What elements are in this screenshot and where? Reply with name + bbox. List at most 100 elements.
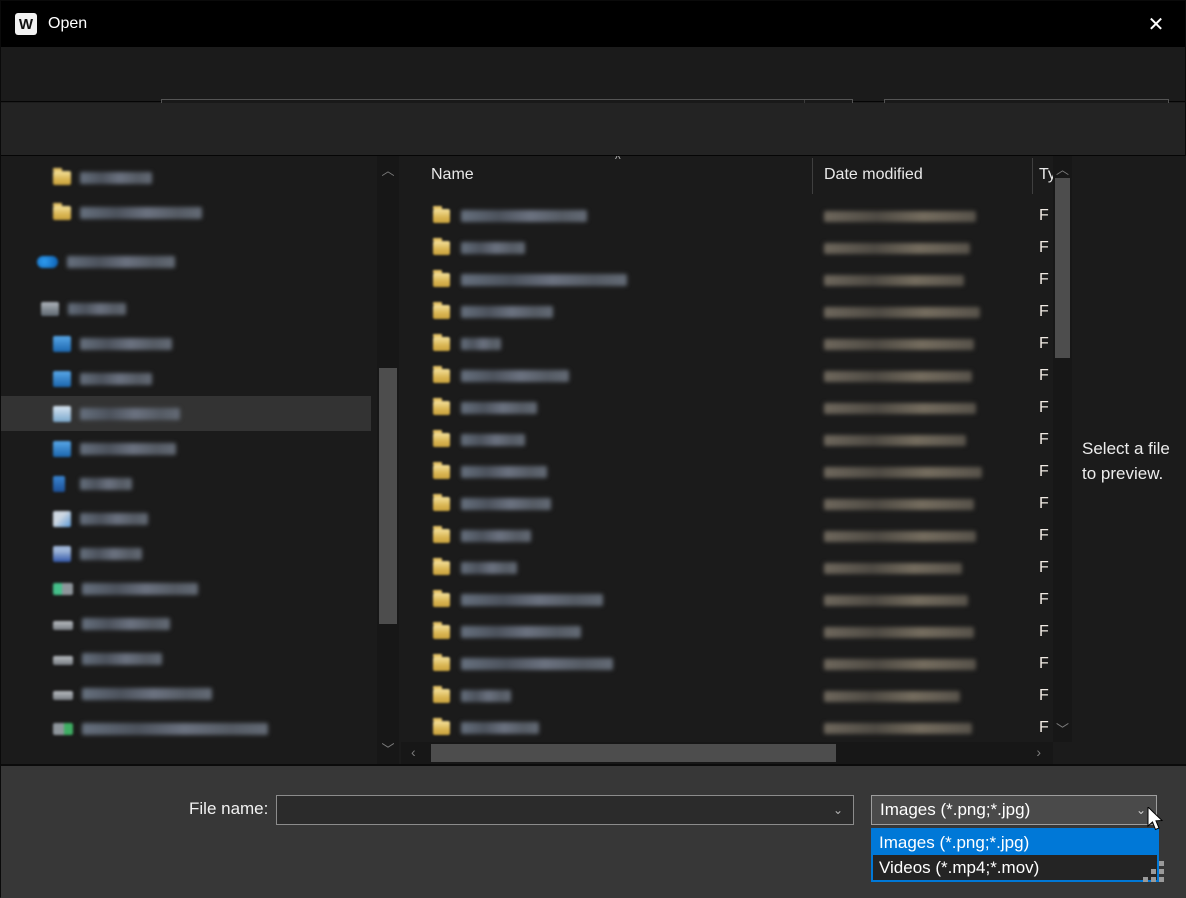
scroll-up-icon[interactable]: ︿ <box>377 160 399 179</box>
sidebar-item[interactable] <box>1 195 377 230</box>
sidebar-item[interactable] <box>1 291 377 326</box>
folder-icon <box>433 721 450 735</box>
file-row[interactable]: F <box>401 456 1053 488</box>
file-name-redacted <box>461 690 511 702</box>
blue-folder-icon <box>53 371 71 387</box>
file-row[interactable]: F <box>401 264 1053 296</box>
column-header-name[interactable]: Name <box>431 166 474 184</box>
file-name-label: File name: <box>189 799 268 819</box>
file-row[interactable]: F <box>401 296 1053 328</box>
sidebar-item[interactable] <box>1 711 377 746</box>
scroll-down-icon[interactable]: ﹀ <box>1053 719 1072 738</box>
sidebar-item[interactable] <box>1 641 377 676</box>
title-bar: W Open ✕ <box>1 1 1185 47</box>
file-row[interactable]: F <box>401 360 1053 392</box>
hscroll-thumb[interactable] <box>431 744 836 762</box>
sidebar-item[interactable] <box>1 501 377 536</box>
file-name-input[interactable]: ⌄ <box>276 795 854 825</box>
file-name-redacted <box>461 434 525 446</box>
navigation-bar: ← → ⌄ ↑ › This PC › Documents › ⌄ ↻ Sear… <box>1 47 1185 102</box>
sidebar-item[interactable] <box>1 606 377 641</box>
chevron-down-icon[interactable]: ⌄ <box>833 803 843 817</box>
drive-green2-icon <box>53 723 73 735</box>
file-type-letter: F <box>1039 303 1049 321</box>
sidebar-item[interactable] <box>1 326 377 361</box>
file-row[interactable]: F <box>401 616 1053 648</box>
file-row[interactable]: F <box>401 520 1053 552</box>
main-area: ︿ ﹀ ^ Name Date modified Ty FFFFFFFFFFFF… <box>1 156 1186 764</box>
column-header-date-modified[interactable]: Date modified <box>824 166 923 184</box>
file-name-redacted <box>461 498 551 510</box>
sidebar-item[interactable] <box>1 160 377 195</box>
file-row[interactable]: F <box>401 392 1053 424</box>
file-type-letter: F <box>1039 495 1049 513</box>
music-icon <box>53 476 65 492</box>
sidebar-item-label-redacted <box>82 723 268 735</box>
file-row[interactable]: F <box>401 584 1053 616</box>
sidebar-item-label-redacted <box>80 513 148 525</box>
file-date-redacted <box>824 595 968 606</box>
sidebar-item[interactable] <box>1 361 377 396</box>
file-date-redacted <box>824 499 974 510</box>
file-row[interactable]: F <box>401 488 1053 520</box>
scroll-up-icon[interactable]: ︿ <box>1053 159 1072 178</box>
sidebar-item[interactable] <box>1 466 377 501</box>
dropdown-option[interactable]: Videos (*.mp4;*.mov) <box>873 855 1157 880</box>
file-row[interactable]: F <box>401 552 1053 584</box>
file-type-letter: F <box>1039 207 1049 225</box>
dropdown-option-selected[interactable]: Images (*.png;*.jpg) <box>873 830 1157 855</box>
list-horizontal-scrollbar[interactable]: ‹ › <box>401 742 1053 764</box>
file-name-redacted <box>461 658 613 670</box>
file-type-letter: F <box>1039 367 1049 385</box>
sidebar-tree <box>1 156 377 764</box>
file-type-letter: F <box>1039 239 1049 257</box>
sidebar-item-label-redacted <box>82 653 162 665</box>
file-row[interactable]: F <box>401 424 1053 456</box>
chevron-down-icon: ⌄ <box>1136 803 1146 817</box>
file-date-redacted <box>824 531 976 542</box>
close-icon[interactable]: ✕ <box>1141 9 1171 39</box>
preview-message: Select a file to preview. <box>1082 436 1182 486</box>
file-name-redacted <box>461 402 537 414</box>
column-divider[interactable] <box>812 158 813 194</box>
this-pc-icon <box>41 302 59 316</box>
file-row[interactable]: F <box>401 232 1053 264</box>
file-type-select[interactable]: Images (*.png;*.jpg) ⌄ <box>871 795 1157 825</box>
pictures-icon <box>53 511 71 527</box>
resize-grip-icon[interactable] <box>1140 861 1164 885</box>
file-type-letter: F <box>1039 559 1049 577</box>
file-type-letter: F <box>1039 399 1049 417</box>
file-date-redacted <box>824 563 962 574</box>
sidebar-scroll-thumb[interactable] <box>379 368 397 624</box>
file-date-redacted <box>824 691 960 702</box>
sidebar-item[interactable] <box>1 244 377 279</box>
sidebar-item-selected[interactable] <box>1 396 371 431</box>
sidebar-item-label-redacted <box>80 338 172 350</box>
file-row[interactable]: F <box>401 680 1053 712</box>
sidebar-item[interactable] <box>1 431 377 466</box>
column-header-type[interactable]: Ty <box>1039 166 1053 184</box>
file-type-letter: F <box>1039 591 1049 609</box>
file-date-redacted <box>824 275 964 286</box>
sidebar-item[interactable] <box>1 536 377 571</box>
file-date-redacted <box>824 435 966 446</box>
sidebar-item[interactable] <box>1 676 377 711</box>
command-toolbar: Organize▾ New folder ▾ ? <box>1 103 1185 156</box>
scroll-down-icon[interactable]: ﹀ <box>377 739 399 758</box>
file-row[interactable]: F <box>401 648 1053 680</box>
onedrive-icon <box>37 256 58 268</box>
column-divider[interactable] <box>1032 158 1033 194</box>
scroll-left-icon[interactable]: ‹ <box>411 744 416 760</box>
list-vertical-scrollbar[interactable]: ︿ ﹀ <box>1053 156 1072 742</box>
sidebar-item[interactable] <box>1 571 377 606</box>
file-row[interactable]: F <box>401 712 1053 742</box>
folder-icon <box>433 593 450 607</box>
file-type-letter: F <box>1039 527 1049 545</box>
sidebar-scrollbar[interactable]: ︿ ﹀ <box>377 156 399 764</box>
file-row[interactable]: F <box>401 328 1053 360</box>
file-date-redacted <box>824 723 972 734</box>
list-scroll-thumb[interactable] <box>1055 178 1070 358</box>
file-row[interactable]: F <box>401 200 1053 232</box>
file-type-letter: F <box>1039 655 1049 673</box>
scroll-right-icon[interactable]: › <box>1036 744 1041 760</box>
